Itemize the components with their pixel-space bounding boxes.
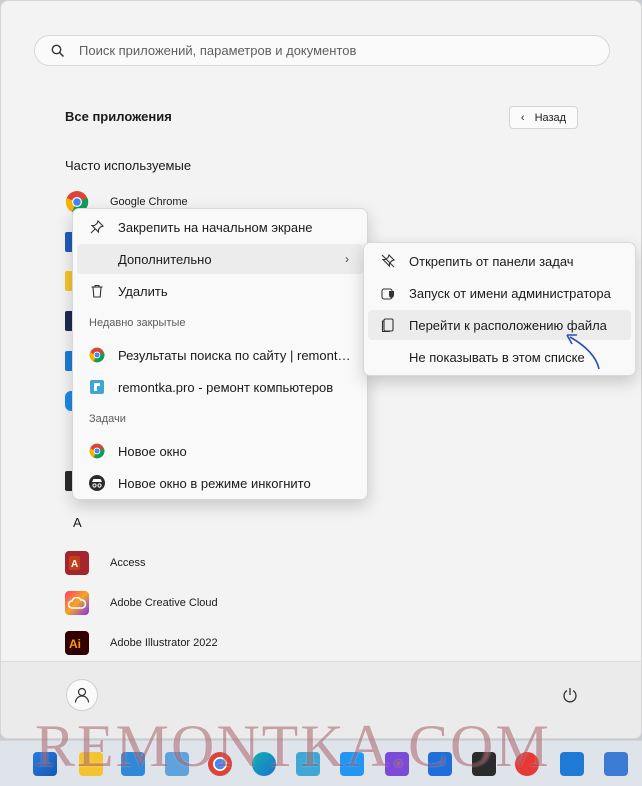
frequent-section-title: Часто используемые (65, 158, 192, 173)
search-box[interactable]: Поиск приложений, параметров и документо… (34, 35, 610, 66)
power-icon[interactable] (559, 684, 581, 706)
menu-item-label: Закрепить на начальном экране (118, 219, 313, 235)
page-title: Все приложения (65, 109, 172, 124)
file-location-icon (380, 317, 396, 333)
user-icon (74, 687, 90, 703)
back-button-label: Назад (534, 111, 567, 124)
task-new-window[interactable]: Новое окно (77, 436, 363, 466)
app-icon[interactable] (604, 752, 628, 776)
annotation-arrow-icon (566, 334, 600, 370)
access-icon: A (65, 551, 89, 575)
app-label: Adobe Creative Cloud (110, 597, 218, 609)
creative-cloud-icon (65, 591, 89, 615)
menu-item-label: Новое окно в режиме инкогнито (118, 475, 311, 491)
menu-item-label: Открепить от панели задач (409, 253, 574, 269)
menu-item-run-admin[interactable]: Запуск от имени администратора (368, 278, 631, 308)
menu-item-label: Дополнительно (118, 251, 212, 267)
remontka-icon (89, 379, 105, 395)
illustrator-icon: Ai (65, 631, 89, 655)
shield-icon (380, 285, 396, 301)
chevron-right-icon: › (345, 252, 349, 266)
recent-header: Недавно закрытые (89, 317, 186, 329)
vscode-icon[interactable] (560, 752, 584, 776)
recent-item[interactable]: remontka.pro - ремонт компьютеров (77, 372, 363, 402)
watermark: REMONTKA.COM (35, 713, 551, 779)
menu-item-label: Новое окно (118, 443, 187, 459)
menu-item-unpin-taskbar[interactable]: Открепить от панели задач (368, 246, 631, 276)
menu-item-delete[interactable]: Удалить (77, 276, 363, 306)
menu-item-label: remontka.pro - ремонт компьютеров (118, 379, 334, 395)
context-menu: Закрепить на начальном экране Дополнител… (72, 208, 368, 500)
app-label: Adobe Illustrator 2022 (110, 637, 218, 649)
search-placeholder: Поиск приложений, параметров и документо… (79, 43, 357, 58)
tasks-header: Задачи (89, 413, 126, 425)
menu-item-label: Запуск от имени администратора (409, 285, 611, 301)
letter-header: A (73, 515, 82, 530)
app-label: Access (110, 557, 146, 569)
recent-item[interactable]: Результаты поиска по сайту | remontka.pr… (77, 340, 363, 370)
svg-text:Ai: Ai (69, 637, 81, 651)
menu-item-label: Удалить (118, 283, 168, 299)
menu-item-pin-start[interactable]: Закрепить на начальном экране (77, 212, 363, 242)
menu-item-label: Результаты поиска по сайту | remontka.pr… (118, 347, 352, 363)
menu-item-label: Не показывать в этом списке (409, 349, 585, 365)
app-label: Google Chrome (110, 196, 188, 208)
chevron-left-icon: ‹ (520, 111, 525, 124)
app-item-illustrator[interactable]: Ai Adobe Illustrator 2022 (65, 630, 218, 656)
chrome-icon (89, 347, 105, 363)
menu-item-more[interactable]: Дополнительно › (77, 244, 363, 274)
unpin-icon (380, 253, 396, 269)
incognito-icon (89, 475, 105, 491)
back-button[interactable]: ‹ Назад (509, 106, 578, 129)
search-icon (51, 43, 67, 59)
user-avatar[interactable] (66, 679, 98, 711)
pin-icon (89, 219, 105, 235)
app-item-access[interactable]: A Access (65, 550, 145, 576)
chrome-icon (89, 443, 105, 459)
svg-text:A: A (71, 559, 78, 570)
trash-icon (89, 283, 105, 299)
app-item-creative-cloud[interactable]: Adobe Creative Cloud (65, 590, 218, 616)
task-incognito[interactable]: Новое окно в режиме инкогнито (77, 468, 363, 498)
